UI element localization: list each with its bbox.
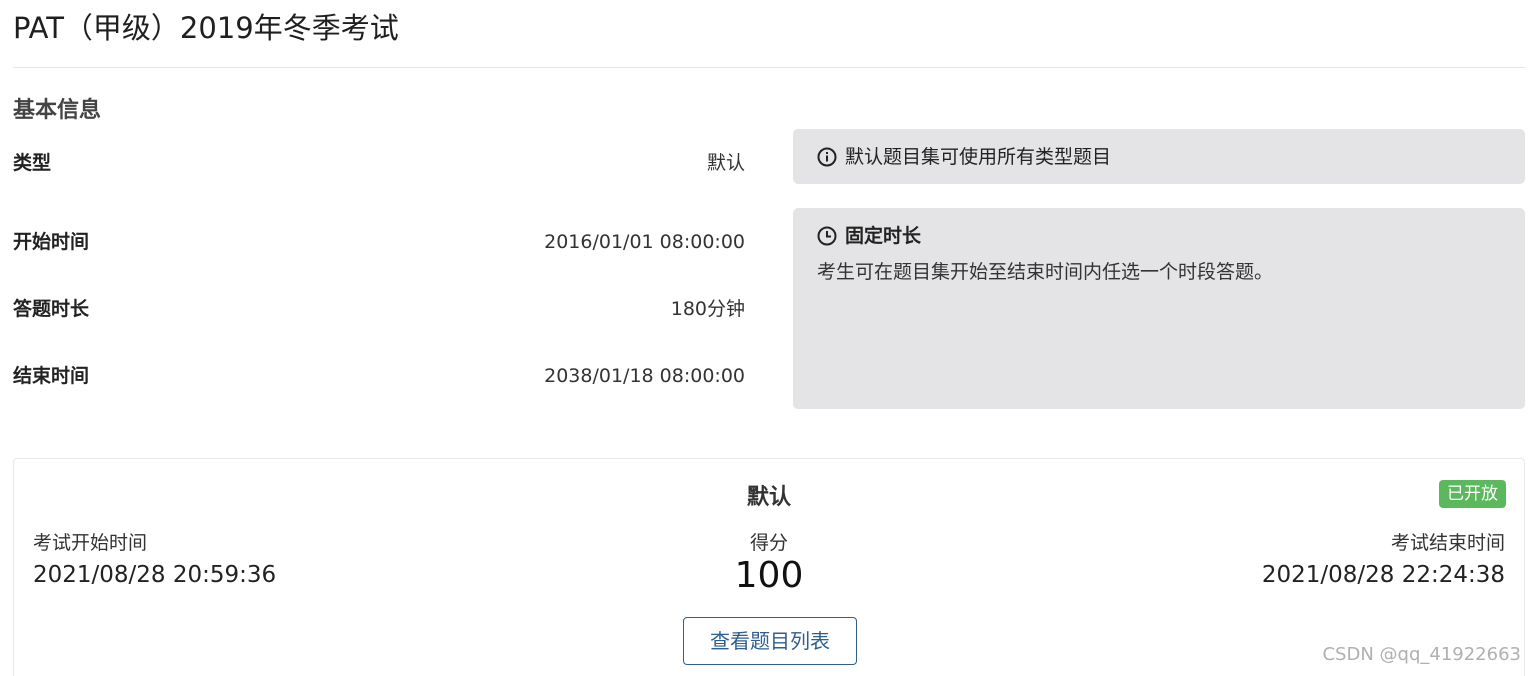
info-label: 答题时长 — [13, 298, 90, 320]
info-value: 2016/01/01 08:00:00 — [544, 231, 745, 253]
status-badge: 已开放 — [1439, 480, 1506, 508]
info-row-duration: 答题时长 180分钟 — [13, 294, 745, 324]
info-label: 结束时间 — [13, 365, 90, 387]
view-problem-list-button[interactable]: 查看题目列表 — [683, 617, 857, 665]
type-note-text: 默认题目集可使用所有类型题目 — [845, 146, 1112, 168]
end-time-label: 考试结束时间 — [1390, 532, 1505, 554]
info-row-end-time: 结束时间 2038/01/18 08:00:00 — [13, 361, 745, 391]
info-row-start-time: 开始时间 2016/01/01 08:00:00 — [13, 227, 745, 257]
clock-icon — [817, 226, 837, 246]
end-time-value: 2021/08/28 22:24:38 — [1261, 562, 1505, 588]
duration-note-title: 固定时长 — [845, 225, 922, 247]
type-note-line: 默认题目集可使用所有类型题目 — [817, 143, 1111, 171]
info-value: 180分钟 — [670, 298, 745, 320]
duration-note-box: 固定时长 考生可在题目集开始至结束时间内任选一个时段答题。 — [793, 208, 1525, 409]
card-title: 默认 — [746, 485, 791, 510]
exam-detail-page: PAT（甲级）2019年冬季考试 基本信息 类型 默认 开始时间 2016/01… — [0, 0, 1535, 676]
watermark: CSDN @qq_41922663 — [1322, 644, 1521, 665]
duration-note-text: 考生可在题目集开始至结束时间内任选一个时段答题。 — [817, 261, 1274, 283]
info-label: 开始时间 — [13, 231, 90, 253]
info-row-type: 类型 默认 — [13, 148, 745, 178]
page-title: PAT（甲级）2019年冬季考试 — [13, 11, 399, 45]
info-label: 类型 — [13, 152, 52, 174]
duration-note-title-line: 固定时长 — [817, 222, 921, 250]
info-circle-icon — [817, 147, 837, 167]
type-note-box: 默认题目集可使用所有类型题目 — [793, 129, 1525, 184]
basic-info-heading: 基本信息 — [13, 98, 102, 123]
info-value: 2038/01/18 08:00:00 — [544, 365, 745, 387]
info-value: 默认 — [706, 152, 745, 174]
exam-card: 默认 已开放 考试开始时间 2021/08/28 20:59:36 得分 100… — [13, 458, 1525, 676]
title-divider — [13, 67, 1525, 68]
